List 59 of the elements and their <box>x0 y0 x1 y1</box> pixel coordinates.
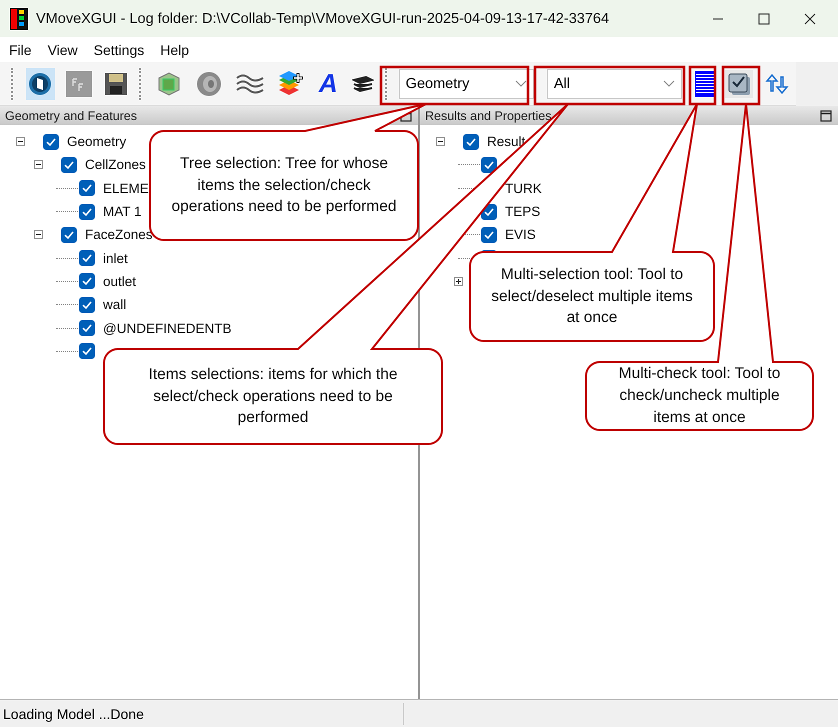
window-title: VMoveXGUI - Log folder: D:\VCollab-Temp\VMoveXGUI-run-2025-04-09-13-17-42-33764 <box>36 10 610 26</box>
menu-item[interactable]: Help <box>160 42 190 58</box>
checkbox[interactable] <box>79 180 95 196</box>
tree-item-label[interactable]: inlet <box>103 250 128 266</box>
open-model-button[interactable] <box>26 68 55 100</box>
tree-item-label[interactable]: TEPS <box>505 204 540 220</box>
checkbox[interactable] <box>481 156 497 173</box>
tree-item-label[interactable]: @UNDEFINEDENTB <box>103 320 232 336</box>
tree-selection-dropdown[interactable]: Geometry <box>398 68 534 98</box>
multi-select-icon[interactable] <box>694 70 716 98</box>
checkbox[interactable] <box>79 343 95 360</box>
callout-text: Tree selection: Tree for whose items the selection/check operations need to be performed <box>170 154 398 218</box>
checkbox[interactable] <box>79 296 95 313</box>
checkbox[interactable] <box>79 273 95 290</box>
items-selection-dropdown[interactable]: All <box>546 68 682 98</box>
chevron-down-icon <box>514 80 527 88</box>
expand-toggle-icon[interactable] <box>454 276 463 286</box>
checkbox[interactable] <box>79 204 95 220</box>
tree-item-label[interactable]: CellZones <box>85 157 146 172</box>
multi-check-icon[interactable] <box>725 70 754 98</box>
tree-item-label[interactable]: ELEME <box>103 180 149 196</box>
tree-item-label[interactable]: TURK <box>505 180 542 196</box>
tree-item-label[interactable]: Geometry <box>67 134 126 150</box>
checkbox[interactable] <box>463 134 479 150</box>
tree-item-label[interactable]: FaceZones <box>85 227 153 242</box>
callout-text: Items selections: items for which the select/check operations need to be performed <box>148 364 398 428</box>
chevron-down-icon <box>663 80 676 88</box>
collapse-toggle-icon[interactable] <box>436 137 445 146</box>
highlight-frame <box>688 66 716 106</box>
checkbox[interactable] <box>481 226 497 243</box>
collapse-toggle-icon[interactable] <box>34 230 43 240</box>
menu-item[interactable]: Settings <box>94 42 144 58</box>
checkbox[interactable] <box>79 320 95 336</box>
close-icon[interactable] <box>804 12 816 24</box>
status-text: Loading Model ...Done <box>2 706 145 722</box>
callout-text: Multi-selection tool: Tool to select/deselect multiple items at once <box>490 264 694 328</box>
checkbox[interactable] <box>61 156 77 173</box>
checkbox[interactable] <box>79 250 95 266</box>
ff-button[interactable] <box>64 70 93 98</box>
tree-item-label[interactable]: EVIS <box>505 227 536 242</box>
highlight-frame <box>722 66 760 106</box>
app-icon <box>10 8 28 30</box>
tree-item-label[interactable]: outlet <box>103 274 136 289</box>
checkbox[interactable] <box>61 226 77 243</box>
callout-text: Multi-check tool: Tool to check/uncheck multiple items at once <box>618 364 782 428</box>
menu-item[interactable]: File <box>9 42 32 58</box>
text-tool-button[interactable]: A <box>316 67 341 100</box>
maximize-icon[interactable] <box>758 12 770 24</box>
checkbox[interactable] <box>43 134 59 150</box>
panel-title: Geometry and Features <box>5 108 138 122</box>
menu-item[interactable]: View <box>48 42 78 58</box>
tree-item-label[interactable]: MAT 1 <box>103 204 142 220</box>
panel-title: Results and Properties <box>425 108 552 122</box>
restore-icon[interactable] <box>820 110 832 122</box>
collapse-toggle-icon[interactable] <box>16 137 25 146</box>
save-icon[interactable] <box>102 70 129 96</box>
tree-item-label[interactable]: Result <box>487 134 526 150</box>
collapse-toggle-icon[interactable] <box>34 160 43 170</box>
tree-item-label[interactable]: wall <box>103 297 126 312</box>
